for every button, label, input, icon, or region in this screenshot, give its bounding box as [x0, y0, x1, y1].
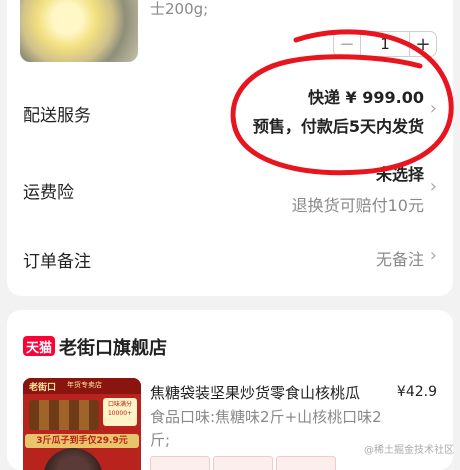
product-price: ¥42.9 — [396, 384, 437, 400]
image-promo-text: 3斤瓜子到手仅29.9元 — [25, 434, 139, 448]
chevron-right-icon[interactable]: › — [430, 176, 437, 197]
order-remark-value[interactable]: 无备注 — [376, 246, 424, 270]
shipping-insurance-label: 运费险 — [23, 183, 74, 203]
product-title[interactable]: 焦糖袋装坚果炒货零食山核桃瓜 — [150, 382, 360, 403]
product-spec: 食品口味:焦糖味2斤+山核桃口味2斤; — [150, 408, 382, 449]
insurance-description[interactable]: 退换货可赔付10元 — [292, 192, 424, 216]
tmall-badge-icon: 天猫 — [23, 336, 55, 356]
delivery-service-label: 配送服务 — [23, 106, 91, 126]
item-spec-text: 士200g; — [150, 0, 209, 18]
quantity-stepper: − 1 + — [333, 31, 437, 57]
chevron-right-icon[interactable]: › — [430, 98, 437, 119]
image-snack-bags — [29, 400, 99, 430]
watermark-text: @稀土掘金技术社区 — [364, 445, 454, 456]
image-logo-text: 老街口 — [29, 383, 57, 393]
delivery-presale-note[interactable]: 预售，付款后5天内发货 — [253, 113, 424, 137]
shop-name[interactable]: 老街口旗舰店 — [59, 334, 167, 360]
product-tag — [213, 456, 273, 470]
image-tagline: 年货专卖店 — [67, 381, 102, 389]
product-thumbnail[interactable] — [20, 0, 138, 62]
chevron-right-icon[interactable]: › — [430, 245, 437, 266]
image-badge: 口味满分 10000+ — [103, 398, 137, 426]
product-image[interactable]: 老街口 年货专卖店 口味满分 10000+ 3斤瓜子到手仅29.9元 — [23, 378, 141, 470]
decrease-quantity-button[interactable]: − — [334, 32, 361, 56]
order-remark-label: 订单备注 — [23, 252, 91, 272]
delivery-price[interactable]: 快递 ¥ 999.00 — [308, 84, 424, 108]
increase-quantity-button[interactable]: + — [409, 32, 436, 56]
insurance-status[interactable]: 未选择 — [376, 161, 424, 185]
product-tag — [276, 456, 336, 470]
image-portrait — [43, 448, 103, 470]
product-tag — [150, 456, 210, 470]
quantity-value[interactable]: 1 — [361, 35, 409, 53]
